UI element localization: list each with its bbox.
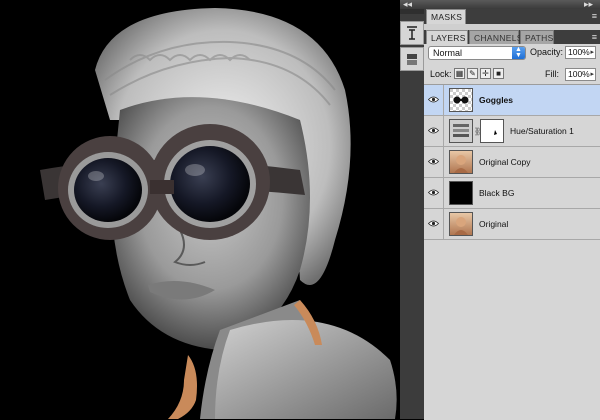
blend-mode-select[interactable]: Normal ▲ ▼	[428, 46, 526, 60]
layer-visibility-toggle[interactable]	[424, 116, 444, 146]
layer-name: Original Copy	[479, 157, 531, 167]
opacity-label: Opacity:	[530, 47, 564, 57]
blend-row: Normal ▲ ▼ Opacity: 100% ▸	[424, 44, 600, 62]
layer-visibility-toggle[interactable]	[424, 209, 444, 239]
eye-icon	[428, 189, 439, 196]
lock-image-icon[interactable]: ✎	[467, 68, 478, 79]
fill-field[interactable]: 100% ▸	[565, 68, 596, 81]
eye-icon	[428, 96, 439, 103]
layers-list: Goggles ⛓	[424, 84, 600, 420]
eye-icon	[428, 127, 439, 134]
collapse-dock-right-icon[interactable]: ▸▸	[584, 0, 593, 9]
clone-source-icon	[407, 54, 417, 65]
panel-menu-icon[interactable]: ≡	[592, 11, 597, 21]
layer-thumbnail	[449, 150, 473, 174]
layer-name: Hue/Saturation 1	[510, 126, 574, 136]
adjustment-thumbnail	[449, 119, 473, 143]
layer-name: Goggles	[479, 95, 514, 105]
layers-panel-menu-icon[interactable]: ≡	[592, 32, 597, 42]
portrait-icon	[454, 217, 468, 235]
portrait-icon	[454, 155, 468, 173]
lock-position-icon[interactable]: ✛	[480, 68, 491, 79]
collapse-dock-left-icon[interactable]: ◂◂	[403, 0, 412, 9]
masks-tab-row: MASKS ≡	[424, 9, 600, 24]
collapsed-panel-icons	[400, 9, 425, 419]
layer-visibility-toggle[interactable]	[424, 147, 444, 177]
layer-row-original[interactable]: Original	[424, 209, 600, 240]
layer-name: Black BG	[479, 188, 515, 198]
layer-row-hue-saturation[interactable]: ⛓ Hue/Saturation 1	[424, 116, 600, 147]
layer-name: Original	[479, 219, 509, 229]
opacity-value: 100%	[568, 47, 590, 57]
layer-thumbnail	[449, 212, 473, 236]
layer-mask-thumbnail[interactable]	[480, 119, 504, 143]
lock-label: Lock:	[430, 69, 452, 79]
brushes-panel-button[interactable]	[400, 21, 424, 45]
tab-paths[interactable]: PATHS	[520, 30, 554, 45]
clone-source-panel-button[interactable]	[400, 47, 424, 71]
layer-thumbnail	[449, 181, 473, 205]
layer-visibility-toggle[interactable]	[424, 85, 444, 115]
opacity-field[interactable]: 100% ▸	[565, 46, 596, 59]
fill-label: Fill:	[545, 69, 559, 79]
lock-all-icon[interactable]: ■	[493, 68, 504, 79]
tab-layers[interactable]: LAYERS	[426, 30, 468, 45]
canvas-artwork	[40, 8, 397, 419]
eye-icon	[428, 220, 439, 227]
chevron-right-icon: ▸	[590, 49, 594, 56]
layer-row-goggles[interactable]: Goggles	[424, 85, 600, 116]
eye-icon	[428, 158, 439, 165]
layer-thumbnail	[449, 88, 473, 112]
chevron-right-icon: ▸	[590, 71, 594, 78]
blend-mode-value: Normal	[433, 48, 463, 58]
lock-transparent-icon[interactable]: ▦	[454, 68, 465, 79]
mask-icon	[494, 130, 497, 135]
fill-value: 100%	[568, 69, 590, 79]
layer-visibility-toggle[interactable]	[424, 178, 444, 208]
tab-channels[interactable]: CHANNELS	[469, 30, 522, 45]
layers-tab-row: LAYERS CHANNELS PATHS ≡	[424, 30, 600, 45]
panel-grip[interactable]	[400, 9, 424, 14]
document-canvas[interactable]	[0, 0, 400, 419]
layer-row-black-bg[interactable]: Black BG	[424, 178, 600, 209]
brush-preset-icon	[407, 26, 417, 40]
goggles-icon	[453, 96, 469, 104]
chevron-updown-icon: ▲ ▼	[512, 46, 525, 59]
layers-panel: Normal ▲ ▼ Opacity: 100% ▸ Lock: ▦ ✎ ✛ ■ …	[424, 44, 600, 420]
layer-row-original-copy[interactable]: Original Copy	[424, 147, 600, 178]
panel-column: MASKS ≡ LAYERS CHANNELS PATHS ≡ Normal ▲…	[424, 9, 600, 420]
hue-saturation-icon	[453, 124, 469, 137]
tab-masks[interactable]: MASKS	[426, 9, 466, 24]
